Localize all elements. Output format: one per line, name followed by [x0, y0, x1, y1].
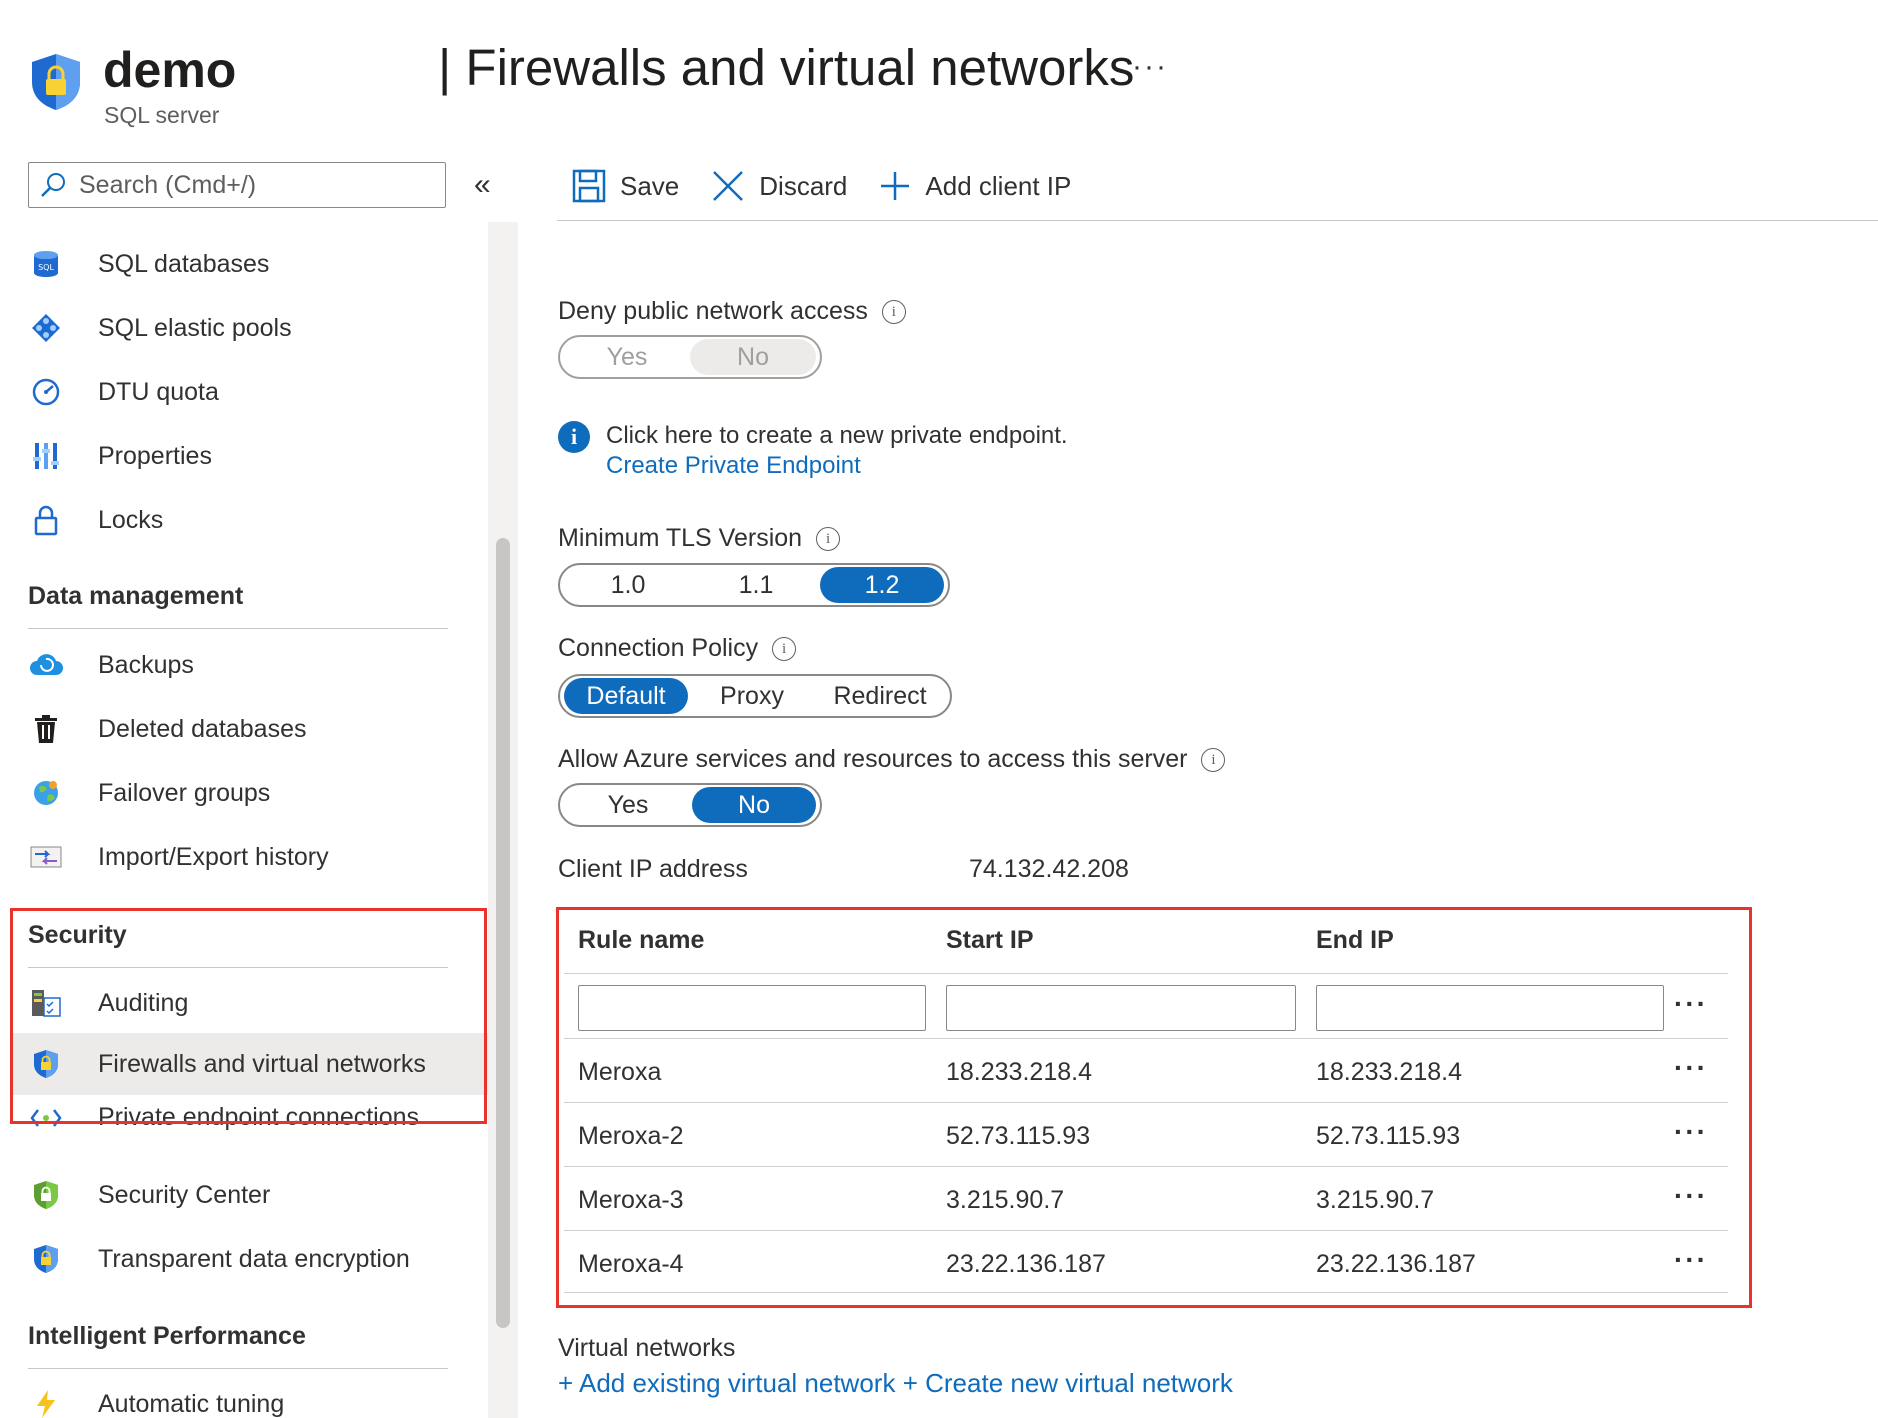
page-title: | Firewalls and virtual networks	[438, 39, 1135, 96]
resource-name: demo	[103, 42, 237, 98]
sidebar-item-label: Locks	[98, 505, 164, 534]
deny-public-option-no[interactable]: No	[690, 339, 816, 375]
add-client-ip-label: Add client IP	[925, 170, 1072, 201]
tls-version-selector[interactable]: 1.0 1.1 1.2	[558, 563, 950, 607]
add-existing-vnet-link[interactable]: + Add existing virtual network	[558, 1368, 895, 1398]
globe-icon	[26, 777, 66, 809]
deny-public-access-toggle[interactable]: Yes No	[558, 335, 822, 379]
sidebar-item-properties[interactable]: Properties	[20, 425, 486, 487]
add-client-ip-button[interactable]: Add client IP	[879, 170, 1071, 202]
policy-option-default[interactable]: Default	[564, 678, 688, 714]
info-icon[interactable]: i	[881, 300, 906, 325]
sidebar-item-label: SQL databases	[98, 249, 270, 278]
import-export-icon	[26, 841, 66, 873]
command-bar: Save Discard Add client IP	[572, 162, 1103, 210]
tls-option-1-1[interactable]: 1.1	[692, 567, 820, 603]
policy-option-redirect[interactable]: Redirect	[816, 678, 944, 714]
create-new-vnet-link[interactable]: + Create new virtual network	[903, 1368, 1233, 1398]
highlight-box-firewall-rules	[556, 907, 1752, 1308]
deny-public-access-label: Deny public network access	[558, 297, 868, 325]
connection-policy-selector[interactable]: Default Proxy Redirect	[558, 674, 952, 718]
allow-azure-toggle[interactable]: Yes No	[558, 783, 822, 827]
sidebar-item-deleted-databases[interactable]: Deleted databases	[20, 698, 486, 760]
client-ip-value: 74.132.42.208	[969, 855, 1129, 883]
search-icon	[41, 173, 65, 197]
sidebar-item-label: Deleted databases	[98, 714, 307, 743]
save-button[interactable]: Save	[572, 169, 679, 203]
sidebar-item-sql-elastic-pools[interactable]: SQL elastic pools	[20, 297, 486, 359]
sidebar-search-box[interactable]	[28, 162, 446, 208]
lock-icon	[26, 504, 66, 536]
section-heading-intelligent-performance: Intelligent Performance	[28, 1322, 306, 1350]
virtual-network-links: + Add existing virtual network + Create …	[558, 1368, 1233, 1399]
save-icon	[572, 169, 606, 203]
sidebar-item-failover-groups[interactable]: Failover groups	[20, 762, 486, 824]
connection-policy-label-row: Connection Policy i	[558, 634, 797, 663]
client-ip-label: Client IP address	[558, 855, 748, 883]
sidebar-item-label: Automatic tuning	[98, 1389, 285, 1418]
allow-azure-label: Allow Azure services and resources to ac…	[558, 745, 1188, 773]
lightning-icon	[26, 1388, 66, 1418]
security-center-icon	[26, 1179, 66, 1211]
svg-text:SQL: SQL	[38, 263, 54, 272]
resource-type: SQL server	[104, 102, 220, 128]
toolbar-divider	[557, 220, 1878, 221]
sql-server-shield-icon	[28, 52, 84, 112]
sidebar-item-automatic-tuning[interactable]: Automatic tuning	[20, 1374, 486, 1418]
more-options-button[interactable]: ···	[1132, 50, 1168, 84]
info-icon[interactable]: i	[1201, 748, 1226, 773]
sidebar-item-transparent-data-encryption[interactable]: Transparent data encryption	[20, 1228, 486, 1290]
info-filled-icon: i	[558, 421, 590, 453]
tls-option-1-0[interactable]: 1.0	[564, 567, 692, 603]
sidebar-item-label: Failover groups	[98, 778, 271, 807]
sidebar-item-locks[interactable]: Locks	[20, 489, 486, 551]
connection-policy-label: Connection Policy	[558, 634, 759, 662]
sidebar-scrollbar-thumb[interactable]	[496, 538, 510, 1328]
sidebar-item-label: SQL elastic pools	[98, 313, 292, 342]
sidebar-item-dtu-quota[interactable]: DTU quota	[20, 361, 486, 423]
sidebar-item-sql-databases[interactable]: SQL SQL databases	[20, 233, 486, 295]
allow-azure-label-row: Allow Azure services and resources to ac…	[558, 745, 1226, 774]
sidebar-item-label: Backups	[98, 650, 194, 679]
gauge-icon	[26, 376, 66, 408]
private-endpoint-message: Click here to create a new private endpo…	[606, 422, 1068, 449]
collapse-sidebar-button[interactable]: «	[474, 168, 491, 202]
tls-label-row: Minimum TLS Version i	[558, 524, 841, 553]
policy-option-proxy[interactable]: Proxy	[688, 678, 816, 714]
create-private-endpoint-link[interactable]: Create Private Endpoint	[606, 452, 861, 480]
sidebar-item-label: Import/Export history	[98, 842, 329, 871]
tls-option-1-2[interactable]: 1.2	[820, 567, 944, 603]
sidebar-item-label: Transparent data encryption	[98, 1244, 410, 1273]
section-heading-data-management: Data management	[28, 582, 244, 610]
properties-icon	[26, 440, 66, 472]
tls-label: Minimum TLS Version	[558, 524, 803, 552]
shield-lock-icon	[26, 1243, 66, 1275]
sql-database-icon: SQL	[26, 248, 66, 280]
sidebar-item-label: DTU quota	[98, 377, 219, 406]
info-icon[interactable]: i	[816, 527, 841, 552]
cloud-backup-icon	[26, 649, 66, 681]
discard-label: Discard	[759, 170, 848, 201]
allow-azure-option-no[interactable]: No	[692, 787, 816, 823]
sidebar-item-backups[interactable]: Backups	[20, 634, 486, 696]
deny-public-access-label-row: Deny public network access i	[558, 297, 906, 326]
sidebar-item-label: Properties	[98, 441, 212, 470]
search-input[interactable]	[77, 169, 421, 201]
highlight-box-security-section	[10, 908, 487, 1124]
virtual-networks-label: Virtual networks	[558, 1334, 736, 1362]
save-label: Save	[620, 170, 680, 201]
elastic-pool-icon	[26, 312, 66, 344]
trash-icon	[26, 713, 66, 745]
info-icon[interactable]: i	[772, 637, 797, 662]
allow-azure-option-yes[interactable]: Yes	[564, 787, 692, 823]
close-icon	[713, 171, 744, 201]
sidebar-item-label: Security Center	[98, 1180, 271, 1209]
sidebar-item-import-export-history[interactable]: Import/Export history	[20, 826, 486, 888]
plus-icon	[881, 172, 910, 200]
sidebar-item-security-center[interactable]: Security Center	[20, 1164, 486, 1226]
discard-button[interactable]: Discard	[711, 169, 847, 203]
divider	[28, 628, 448, 629]
divider	[28, 1368, 448, 1369]
deny-public-option-yes[interactable]: Yes	[564, 339, 690, 375]
